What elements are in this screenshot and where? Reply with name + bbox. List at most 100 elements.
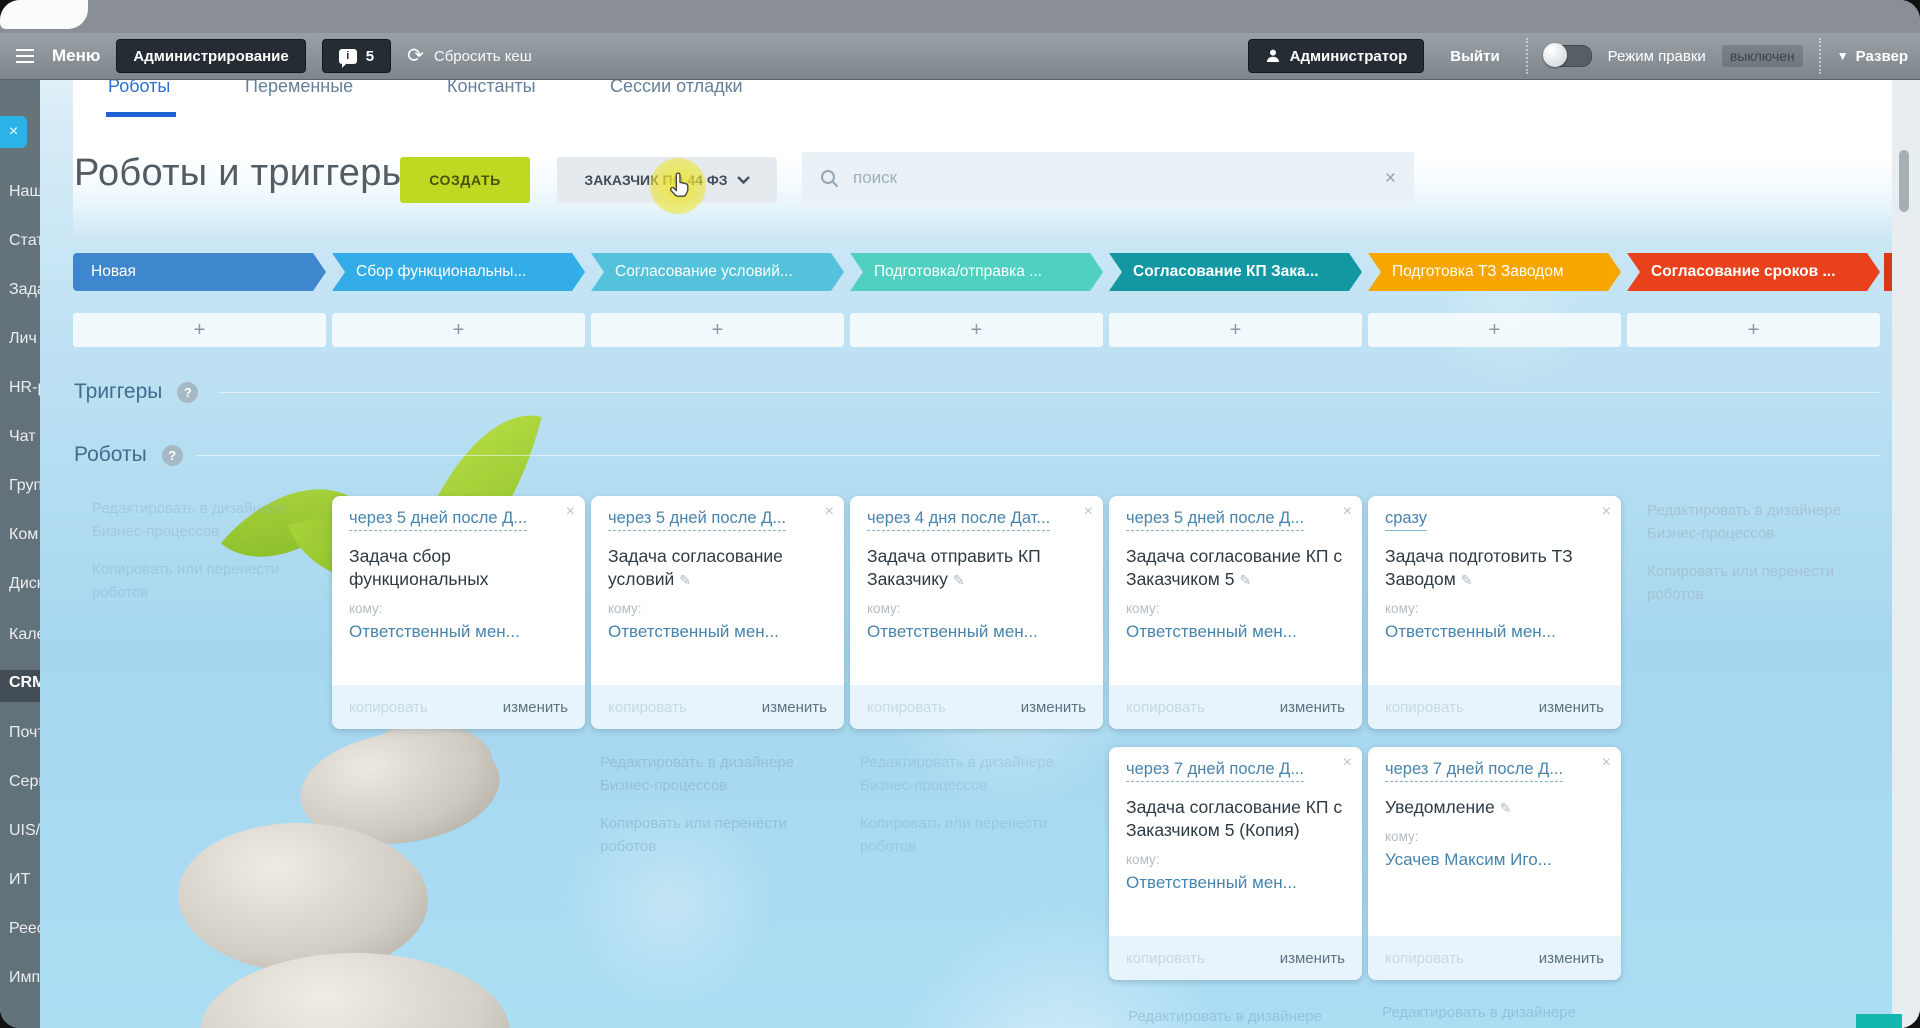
edit-button[interactable]: изменить <box>1021 699 1086 716</box>
close-icon[interactable]: × <box>566 504 575 520</box>
sidebar-item[interactable]: Серв <box>9 773 40 797</box>
search-clear-icon[interactable]: × <box>1385 169 1396 188</box>
delay-link[interactable]: через 5 дней после Д... <box>608 509 786 531</box>
scrollbar-track <box>1892 80 1920 1028</box>
edit-mode-toggle[interactable] <box>1544 45 1592 67</box>
copy-button[interactable]: копировать <box>1385 699 1464 716</box>
active-tab-underline <box>106 112 176 117</box>
designer-link[interactable]: Редактировать в дизайнере Бизнес-процесс… <box>1128 1006 1360 1028</box>
robot-title: Задача отправить КП Заказчику✎ <box>867 545 1088 591</box>
add-robot-button[interactable]: + <box>1109 313 1362 347</box>
add-robot-button[interactable]: + <box>73 313 326 347</box>
edit-button[interactable]: изменить <box>1280 950 1345 967</box>
assignee-link[interactable]: Ответственный мен... <box>1126 873 1347 893</box>
close-icon[interactable]: × <box>1343 504 1352 520</box>
sidebar-item[interactable]: Лич <box>9 330 40 354</box>
assignee-link[interactable]: Ответственный мен... <box>349 622 570 642</box>
close-icon[interactable]: × <box>1602 504 1611 520</box>
sidebar-close-button[interactable]: × <box>0 116 27 148</box>
robot-card: через 4 дня после Дат... × Задача отправ… <box>850 496 1103 729</box>
reset-cache-button[interactable]: ⟳ Сбросить кеш <box>407 46 532 66</box>
administration-button[interactable]: Администрирование <box>116 39 305 73</box>
delay-link[interactable]: сразу <box>1385 509 1427 531</box>
sidebar-item-crm[interactable]: CRM <box>0 670 40 702</box>
edit-pencil-icon[interactable]: ✎ <box>679 572 691 588</box>
close-icon[interactable]: × <box>1343 755 1352 771</box>
copy-button[interactable]: копировать <box>349 699 428 716</box>
delay-link[interactable]: через 7 дней после Д... <box>1126 760 1304 782</box>
add-robot-button[interactable]: + <box>591 313 844 347</box>
designer-link[interactable]: Редактировать в дизайнере Бизнес-процесс… <box>1382 1002 1614 1028</box>
copy-button[interactable]: копировать <box>1126 699 1205 716</box>
notifications-button[interactable]: i 5 <box>322 39 391 73</box>
assignee-link[interactable]: Ответственный мен... <box>1385 622 1606 642</box>
sidebar-item[interactable]: UIS/ <box>9 822 40 846</box>
chevron-down-icon <box>737 176 750 184</box>
edit-button[interactable]: изменить <box>1539 950 1604 967</box>
assignee-link[interactable]: Ответственный мен... <box>608 622 829 642</box>
stage-new[interactable]: Новая <box>73 253 326 291</box>
stage-approve-terms[interactable]: Согласование условий... <box>591 253 844 291</box>
sidebar-item[interactable]: Ком <box>9 526 40 550</box>
add-robot-button[interactable]: + <box>1368 313 1621 347</box>
stage-approve-deadlines[interactable]: Согласование сроков ... <box>1627 253 1880 291</box>
expand-button[interactable]: ▼ Развер <box>1837 48 1908 65</box>
edit-button[interactable]: изменить <box>1539 699 1604 716</box>
delay-link[interactable]: через 7 дней после Д... <box>1385 760 1563 782</box>
edit-pencil-icon[interactable]: ✎ <box>1461 572 1473 588</box>
sidebar-item[interactable]: ИТ <box>9 871 40 895</box>
stage-prepare-send[interactable]: Подготовка/отправка ... <box>850 253 1103 291</box>
robot-cards-grid: через 5 дней после Д... × Задача сбор фу… <box>73 496 1880 980</box>
stage-partial <box>1884 253 1892 291</box>
sidebar-item[interactable]: Кале <box>9 626 40 650</box>
logout-button[interactable]: Выйти <box>1450 48 1499 65</box>
menu-icon[interactable] <box>16 55 34 57</box>
admin-toolbar: Меню Администрирование i 5 ⟳ Сбросить ке… <box>0 33 1920 80</box>
copy-button[interactable]: копировать <box>1126 950 1205 967</box>
sidebar-item[interactable]: Зада <box>9 281 40 305</box>
add-robot-button[interactable]: + <box>1627 313 1880 347</box>
sidebar-item[interactable]: HR-р <box>9 379 40 403</box>
sidebar-item[interactable]: Наш <box>9 183 40 207</box>
edit-pencil-icon[interactable]: ✎ <box>1239 572 1251 588</box>
search-input[interactable] <box>851 167 1373 189</box>
create-button[interactable]: СОЗДАТЬ <box>400 157 530 203</box>
edit-button[interactable]: изменить <box>1280 699 1345 716</box>
sidebar-item[interactable]: Груп <box>9 477 40 501</box>
sidebar-item[interactable]: Диск <box>9 575 40 599</box>
edit-pencil-icon[interactable]: ✎ <box>1500 800 1512 816</box>
add-robot-button[interactable]: + <box>332 313 585 347</box>
stage-prepare-tz[interactable]: Подготовка ТЗ Заводом <box>1368 253 1621 291</box>
close-icon[interactable]: × <box>1084 504 1093 520</box>
sidebar-item[interactable]: Чат <box>9 428 40 452</box>
sidebar-item[interactable]: Стат <box>9 232 40 256</box>
sidebar-item[interactable]: Реес <box>9 920 40 944</box>
help-icon[interactable]: ? <box>177 382 198 403</box>
stage-collect-functional[interactable]: Сбор функциональны... <box>332 253 585 291</box>
edit-pencil-icon[interactable]: ✎ <box>953 572 965 588</box>
close-icon[interactable]: × <box>825 504 834 520</box>
delay-link[interactable]: через 5 дней после Д... <box>349 509 527 531</box>
copy-button[interactable]: копировать <box>867 699 946 716</box>
sidebar-item[interactable]: Имп <box>9 969 40 993</box>
help-icon[interactable]: ? <box>162 445 183 466</box>
delay-link[interactable]: через 5 дней после Д... <box>1126 509 1304 531</box>
edit-button[interactable]: изменить <box>762 699 827 716</box>
assignee-link[interactable]: Ответственный мен... <box>867 622 1088 642</box>
stage-approve-kp[interactable]: Согласование КП Зака... <box>1109 253 1362 291</box>
scrollbar-thumb[interactable] <box>1899 150 1909 212</box>
close-icon[interactable]: × <box>1602 755 1611 771</box>
section-divider <box>218 392 1880 393</box>
left-sidebar: Наш Стат Зада Лич HR-р Чат Груп Ком Диск… <box>0 80 40 1028</box>
copy-button[interactable]: копировать <box>1385 950 1464 967</box>
copy-button[interactable]: копировать <box>608 699 687 716</box>
menu-label[interactable]: Меню <box>52 46 100 66</box>
edit-button[interactable]: изменить <box>503 699 568 716</box>
current-user-button[interactable]: Администратор <box>1248 39 1425 73</box>
assignee-link[interactable]: Ответственный мен... <box>1126 622 1347 642</box>
assignee-link[interactable]: Усачев Максим Иго... <box>1385 850 1606 870</box>
delay-link[interactable]: через 4 дня после Дат... <box>867 509 1050 531</box>
sidebar-item[interactable]: Почт <box>9 724 40 748</box>
add-robot-button[interactable]: + <box>850 313 1103 347</box>
robot-card: через 7 дней после Д... × Уведомление✎ к… <box>1368 747 1621 980</box>
